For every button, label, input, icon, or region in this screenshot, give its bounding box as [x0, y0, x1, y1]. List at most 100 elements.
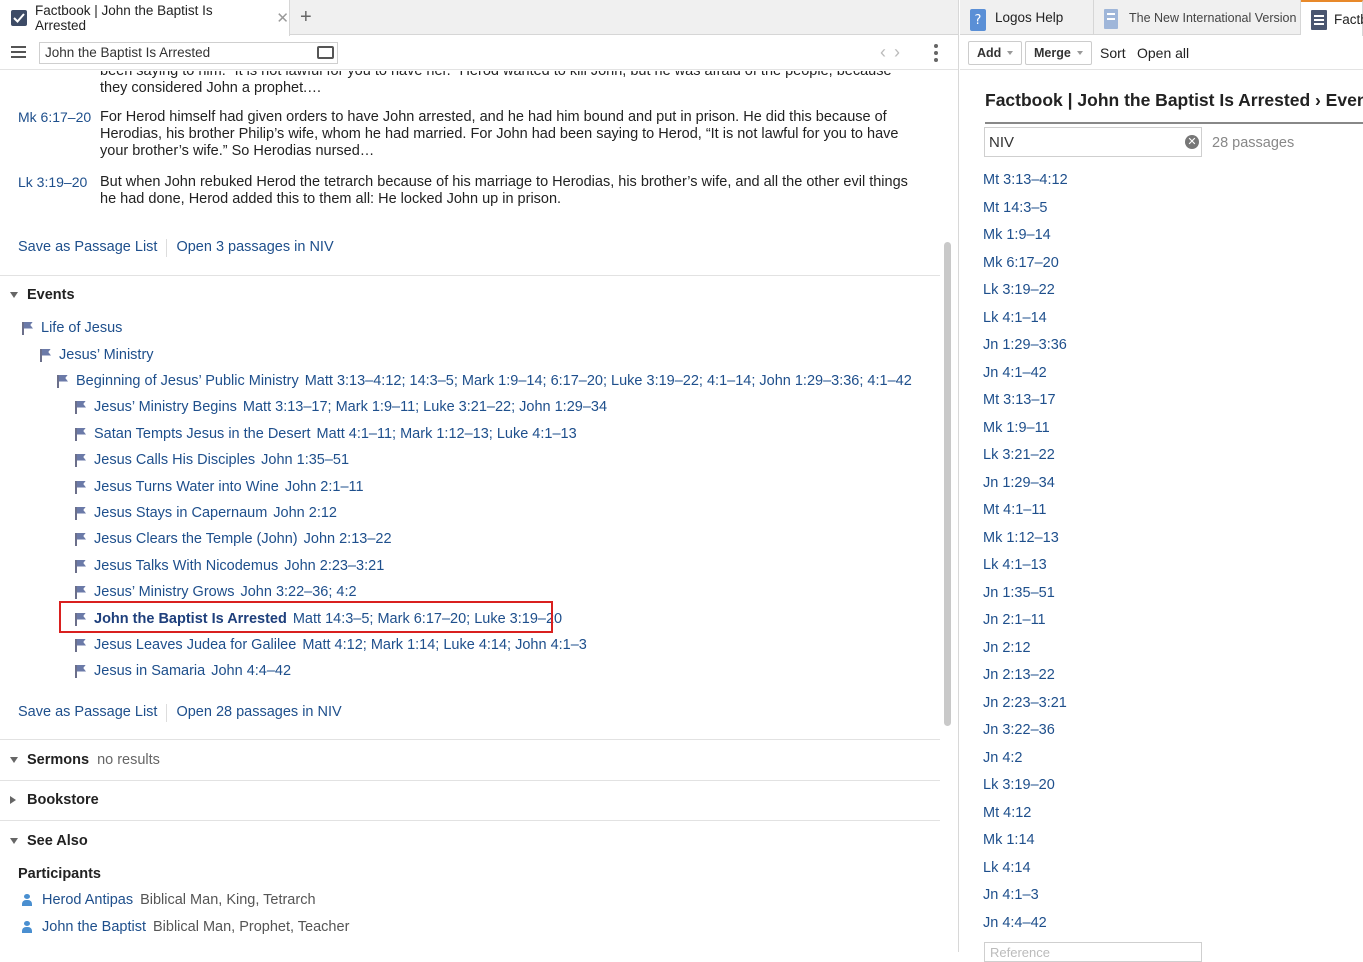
- close-icon[interactable]: ✕: [276, 9, 289, 27]
- event-refs[interactable]: John 2:12: [273, 505, 337, 521]
- event-refs[interactable]: Matt 3:13–4:12; 14:3–5; Mark 1:9–14; 6:1…: [305, 373, 912, 389]
- passage-ref-item[interactable]: Mk 1:12–13: [983, 530, 1068, 558]
- event-refs[interactable]: Matt 4:1–11; Mark 1:12–13; Luke 4:1–13: [317, 426, 577, 442]
- passage-ref-item[interactable]: Jn 4:1–42: [983, 365, 1068, 393]
- event-item[interactable]: Jesus Calls His Disciples John 1:35–51: [75, 452, 349, 468]
- participant-name[interactable]: John the Baptist: [42, 919, 146, 935]
- event-item[interactable]: Jesus’ Ministry Begins Matt 3:13–17; Mar…: [75, 399, 607, 415]
- event-item[interactable]: Life of Jesus: [22, 320, 122, 336]
- passage-ref-item[interactable]: Jn 2:23–3:21: [983, 695, 1068, 723]
- merge-button[interactable]: Merge: [1025, 41, 1092, 65]
- event-title[interactable]: Jesus in Samaria: [94, 663, 205, 679]
- passage-ref-item[interactable]: Mt 14:3–5: [983, 200, 1068, 228]
- passage-ref-item[interactable]: Mk 1:9–11: [983, 420, 1068, 448]
- passage-ref-item[interactable]: Lk 3:19–22: [983, 282, 1068, 310]
- passage-ref-item[interactable]: Mk 1:9–14: [983, 227, 1068, 255]
- passage-ref-item[interactable]: Jn 1:35–51: [983, 585, 1068, 613]
- passage-ref-item[interactable]: Lk 4:14: [983, 860, 1068, 888]
- event-item[interactable]: Satan Tempts Jesus in the Desert Matt 4:…: [75, 426, 577, 442]
- tab-logos-help[interactable]: ? Logos Help: [960, 0, 1094, 35]
- passage-ref-item[interactable]: Jn 4:1–3: [983, 887, 1068, 915]
- save-passage-list-link[interactable]: Save as Passage List: [18, 704, 157, 722]
- tab-factbook-list[interactable]: Factb: [1301, 0, 1363, 36]
- event-refs[interactable]: John 4:4–42: [211, 663, 291, 679]
- passage-ref-item[interactable]: Jn 1:29–34: [983, 475, 1068, 503]
- event-refs[interactable]: John 1:35–51: [261, 452, 349, 468]
- clear-icon[interactable]: ✕: [1185, 135, 1199, 149]
- sermons-section-header[interactable]: Sermons no results: [10, 752, 160, 768]
- event-refs[interactable]: John 2:1–11: [285, 479, 364, 495]
- more-options-icon[interactable]: [934, 44, 938, 65]
- event-title[interactable]: Jesus’ Ministry Grows: [94, 584, 234, 600]
- add-button[interactable]: Add: [968, 41, 1023, 65]
- passage-ref-item[interactable]: Mk 6:17–20: [983, 255, 1068, 283]
- keyboard-icon[interactable]: [317, 46, 334, 59]
- passage-ref-item[interactable]: Jn 2:13–22: [983, 667, 1068, 695]
- event-item[interactable]: Jesus Stays in Capernaum John 2:12: [75, 505, 337, 521]
- event-refs[interactable]: Matt 3:13–17; Mark 1:9–11; Luke 3:21–22;…: [243, 399, 607, 415]
- events-section-header[interactable]: Events: [10, 287, 75, 303]
- event-item[interactable]: Jesus’ Ministry: [40, 347, 154, 363]
- open-passages-link[interactable]: Open 28 passages in NIV: [176, 704, 341, 722]
- event-refs[interactable]: John 2:23–3:21: [284, 558, 384, 574]
- passage-ref-item[interactable]: Jn 2:12: [983, 640, 1068, 668]
- passage-ref-item[interactable]: Lk 3:19–20: [983, 777, 1068, 805]
- participant-item[interactable]: John the Baptist Biblical Man, Prophet, …: [22, 919, 349, 935]
- passage-ref-item[interactable]: Lk 4:1–13: [983, 557, 1068, 585]
- filter-value: NIV: [989, 134, 1015, 151]
- passage-ref-item[interactable]: Jn 3:22–36: [983, 722, 1068, 750]
- event-title[interactable]: Jesus Stays in Capernaum: [94, 505, 267, 521]
- event-item[interactable]: Jesus Talks With Nicodemus John 2:23–3:2…: [75, 558, 384, 574]
- event-title[interactable]: Jesus’ Ministry Begins: [94, 399, 237, 415]
- event-item[interactable]: Jesus Leaves Judea for Galilee Matt 4:12…: [75, 637, 587, 653]
- section-status: no results: [97, 752, 160, 768]
- event-title[interactable]: Jesus Clears the Temple (John): [94, 531, 298, 547]
- event-title[interactable]: Jesus Talks With Nicodemus: [94, 558, 278, 574]
- event-item[interactable]: Jesus Clears the Temple (John) John 2:13…: [75, 531, 392, 547]
- passage-ref-item[interactable]: Jn 4:2: [983, 750, 1068, 778]
- event-item[interactable]: Beginning of Jesus’ Public Ministry Matt…: [57, 373, 912, 389]
- open-passages-link[interactable]: Open 3 passages in NIV: [176, 239, 333, 257]
- passage-ref-item[interactable]: Mt 4:12: [983, 805, 1068, 833]
- passage-ref-item[interactable]: Jn 2:1–11: [983, 612, 1068, 640]
- event-title[interactable]: Jesus Turns Water into Wine: [94, 479, 279, 495]
- save-passage-list-link[interactable]: Save as Passage List: [18, 239, 157, 257]
- open-all-button[interactable]: Open all: [1137, 45, 1189, 61]
- event-title[interactable]: Jesus Calls His Disciples: [94, 452, 255, 468]
- address-input[interactable]: John the Baptist Is Arrested: [39, 42, 338, 64]
- menu-icon[interactable]: [11, 46, 26, 58]
- event-title[interactable]: Jesus Leaves Judea for Galilee: [94, 637, 296, 653]
- filter-input[interactable]: NIV ✕: [984, 127, 1202, 157]
- event-refs[interactable]: John 2:13–22: [304, 531, 392, 547]
- passage-ref-item[interactable]: Lk 4:1–14: [983, 310, 1068, 338]
- participant-item[interactable]: Herod Antipas Biblical Man, King, Tetrar…: [22, 892, 316, 908]
- tab-niv[interactable]: The New International Version: [1094, 0, 1301, 35]
- passage-ref[interactable]: Mk 6:17–20: [18, 109, 91, 125]
- event-item[interactable]: Jesus Turns Water into Wine John 2:1–11: [75, 479, 364, 495]
- participant-name[interactable]: Herod Antipas: [42, 892, 133, 908]
- passage-ref-item[interactable]: Mt 4:1–11: [983, 502, 1068, 530]
- sort-button[interactable]: Sort: [1100, 45, 1126, 61]
- bookstore-section-header[interactable]: Bookstore: [10, 792, 99, 808]
- reference-input[interactable]: Reference: [984, 942, 1202, 962]
- event-title[interactable]: Life of Jesus: [41, 320, 122, 336]
- passage-ref-item[interactable]: Mt 3:13–17: [983, 392, 1068, 420]
- passage-ref[interactable]: Lk 3:19–20: [18, 174, 87, 190]
- add-tab-icon[interactable]: +: [300, 6, 312, 29]
- event-title[interactable]: Jesus’ Ministry: [59, 347, 154, 363]
- event-title[interactable]: Satan Tempts Jesus in the Desert: [94, 426, 311, 442]
- event-refs[interactable]: Matt 4:12; Mark 1:14; Luke 4:14; John 4:…: [302, 637, 587, 653]
- passage-ref-item[interactable]: Jn 1:29–3:36: [983, 337, 1068, 365]
- see-also-section-header[interactable]: See Also: [10, 833, 88, 849]
- event-item[interactable]: Jesus in Samaria John 4:4–42: [75, 663, 291, 679]
- event-item[interactable]: Jesus’ Ministry Grows John 3:22–36; 4:2: [75, 584, 357, 600]
- nav-arrows[interactable]: ‹›: [880, 42, 908, 63]
- passage-ref-item[interactable]: Lk 3:21–22: [983, 447, 1068, 475]
- vertical-scrollbar[interactable]: [944, 242, 951, 726]
- tab-factbook[interactable]: Factbook | John the Baptist Is Arrested …: [0, 0, 290, 36]
- passage-ref-item[interactable]: Jn 4:4–42: [983, 915, 1068, 943]
- event-title[interactable]: Beginning of Jesus’ Public Ministry: [76, 373, 299, 389]
- passage-ref-item[interactable]: Mk 1:14: [983, 832, 1068, 860]
- passage-ref-item[interactable]: Mt 3:13–4:12: [983, 172, 1068, 200]
- event-refs[interactable]: John 3:22–36; 4:2: [240, 584, 356, 600]
